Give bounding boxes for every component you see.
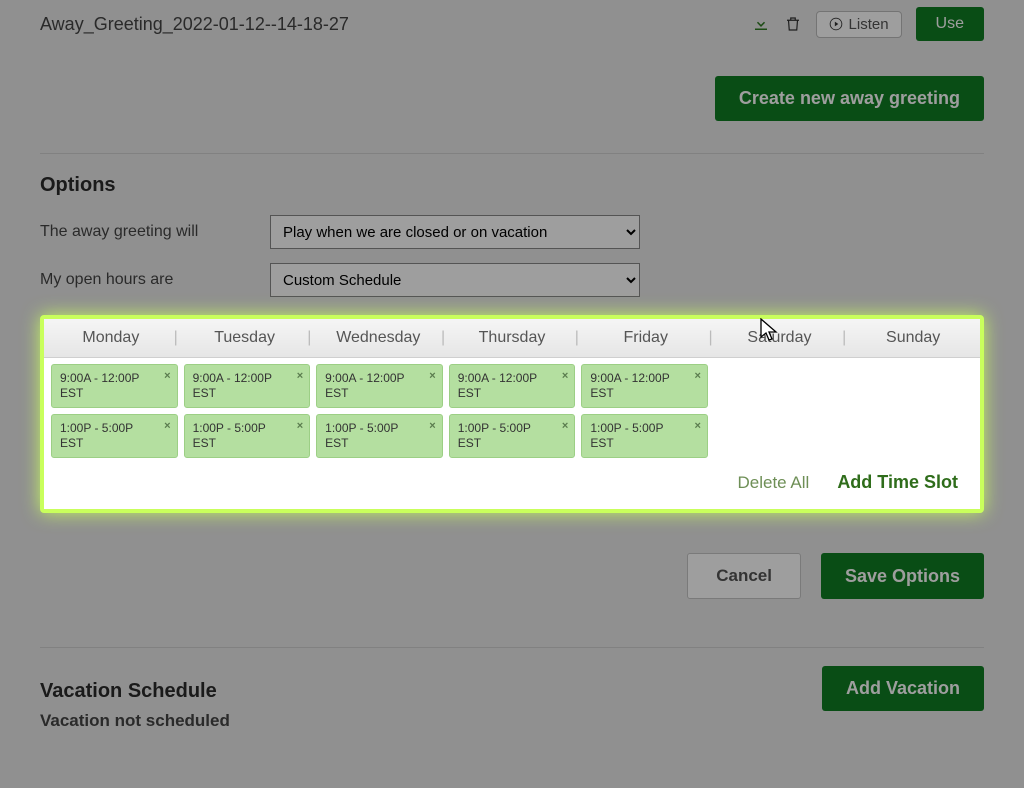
day-header-saturday[interactable]: Saturday <box>713 319 847 357</box>
add-vacation-button[interactable]: Add Vacation <box>822 666 984 711</box>
time-slot[interactable]: 1:00P - 5:00PEST× <box>449 414 576 458</box>
add-time-slot-button[interactable]: Add Time Slot <box>837 472 958 493</box>
remove-slot-icon[interactable]: × <box>562 420 568 434</box>
remove-slot-icon[interactable]: × <box>297 370 303 384</box>
day-header-wednesday[interactable]: Wednesday <box>311 319 445 357</box>
download-icon[interactable] <box>752 15 770 33</box>
day-column-friday: 9:00A - 12:00PEST× 1:00P - 5:00PEST× <box>578 364 711 464</box>
schedule-slots-grid: 9:00A - 12:00PEST×1:00P - 5:00PEST×9:00A… <box>44 358 980 464</box>
custom-schedule-panel: MondayTuesdayWednesdayThursdayFridaySatu… <box>40 315 984 513</box>
listen-button[interactable]: Listen <box>816 11 902 38</box>
time-slot[interactable]: 1:00P - 5:00PEST× <box>184 414 311 458</box>
time-slot[interactable]: 9:00A - 12:00PEST× <box>184 364 311 408</box>
day-header-thursday[interactable]: Thursday <box>445 319 579 357</box>
divider <box>40 647 984 648</box>
cancel-button[interactable]: Cancel <box>687 553 801 599</box>
remove-slot-icon[interactable]: × <box>297 420 303 434</box>
away-greeting-play-select[interactable]: Play when we are closed or on vacation <box>270 215 640 249</box>
open-hours-select[interactable]: Custom Schedule <box>270 263 640 297</box>
option-label-open-hours: My open hours are <box>40 271 270 289</box>
time-slot[interactable]: 9:00A - 12:00PEST× <box>449 364 576 408</box>
options-heading: Options <box>40 174 984 197</box>
remove-slot-icon[interactable]: × <box>562 370 568 384</box>
schedule-days-header: MondayTuesdayWednesdayThursdayFridaySatu… <box>44 319 980 358</box>
option-label-play: The away greeting will <box>40 223 270 241</box>
day-column-tuesday: 9:00A - 12:00PEST× 1:00P - 5:00PEST× <box>181 364 314 464</box>
time-slot[interactable]: 1:00P - 5:00PEST× <box>581 414 708 458</box>
trash-icon[interactable] <box>784 15 802 33</box>
time-slot[interactable]: 9:00A - 12:00PEST× <box>316 364 443 408</box>
day-header-monday[interactable]: Monday <box>44 319 178 357</box>
remove-slot-icon[interactable]: × <box>694 420 700 434</box>
remove-slot-icon[interactable]: × <box>164 420 170 434</box>
remove-slot-icon[interactable]: × <box>429 370 435 384</box>
day-column-wednesday: 9:00A - 12:00PEST× 1:00P - 5:00PEST× <box>313 364 446 464</box>
time-slot[interactable]: 1:00P - 5:00PEST× <box>316 414 443 458</box>
listen-label: Listen <box>849 16 889 33</box>
day-column-thursday: 9:00A - 12:00PEST× 1:00P - 5:00PEST× <box>446 364 579 464</box>
day-header-friday[interactable]: Friday <box>579 319 713 357</box>
time-slot[interactable]: 9:00A - 12:00PEST× <box>51 364 178 408</box>
day-column-saturday <box>711 364 844 464</box>
time-slot[interactable]: 1:00P - 5:00PEST× <box>51 414 178 458</box>
day-header-tuesday[interactable]: Tuesday <box>178 319 312 357</box>
vacation-status: Vacation not scheduled <box>40 711 230 731</box>
use-button[interactable]: Use <box>916 7 984 41</box>
remove-slot-icon[interactable]: × <box>164 370 170 384</box>
greeting-title: Away_Greeting_2022-01-12--14-18-27 <box>40 14 752 35</box>
time-slot[interactable]: 9:00A - 12:00PEST× <box>581 364 708 408</box>
remove-slot-icon[interactable]: × <box>694 370 700 384</box>
save-options-button[interactable]: Save Options <box>821 553 984 599</box>
create-new-greeting-button[interactable]: Create new away greeting <box>715 76 984 121</box>
day-column-sunday <box>843 364 976 464</box>
day-header-sunday[interactable]: Sunday <box>846 319 980 357</box>
day-column-monday: 9:00A - 12:00PEST× 1:00P - 5:00PEST× <box>48 364 181 464</box>
divider <box>40 153 984 154</box>
remove-slot-icon[interactable]: × <box>429 420 435 434</box>
delete-all-button[interactable]: Delete All <box>737 473 809 493</box>
vacation-heading: Vacation Schedule <box>40 680 230 703</box>
